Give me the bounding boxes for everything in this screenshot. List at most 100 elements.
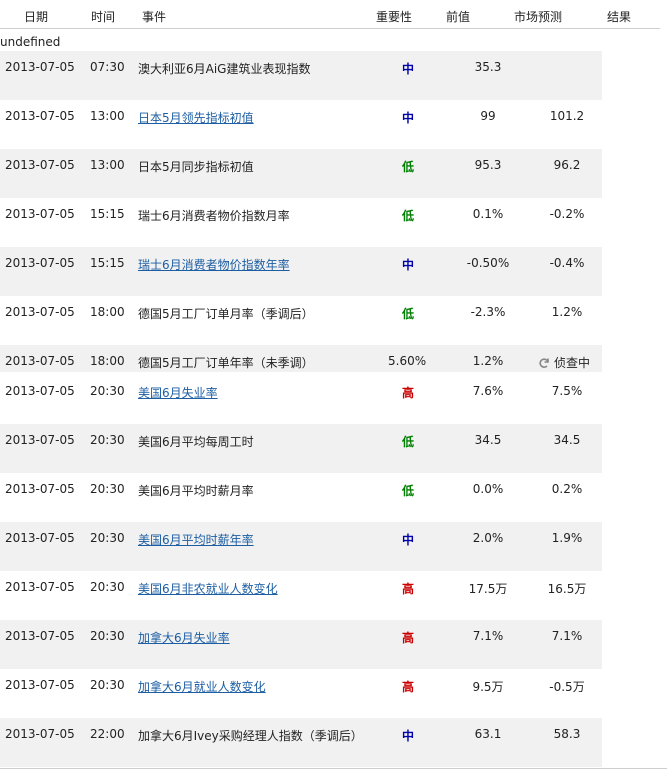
row-date: 2013-07-05 [5,580,75,594]
header-importance: 重要性 [376,10,413,24]
table-row: 2013-07-05 20:30 美国6月失业率 高 7.6% 7.5% [0,375,602,424]
row-forecast: -0.5万 [549,680,585,694]
event-name: 德国5月工厂订单月率（季调后） [138,307,314,321]
row-previous: 0.1% [472,207,504,221]
status-text: 侦查中 [554,356,591,370]
row-date: 2013-07-05 [5,482,75,496]
importance-badge: 中 [401,258,414,272]
row-forecast: 58.3 [553,727,581,741]
table-header: 日期 时间 事件 重要性 前值 市场预测 结果 [0,0,660,29]
importance-badge: 高 [401,582,414,596]
row-time: 20:30 [90,482,125,496]
importance-badge: 中 [401,533,414,547]
row-date: 2013-07-05 [5,384,75,398]
row-previous: -0.50% [466,256,510,270]
row-previous: 7.6% [472,384,504,398]
row-time: 22:00 [90,727,125,741]
row-forecast: 1.2% [551,305,583,319]
row-time: 13:00 [90,158,125,172]
table-row: 2013-07-05 20:30 美国6月平均每周工时 低 34.5 34.5 [0,424,602,473]
row-previous: 63.1 [474,727,502,741]
header-previous: 前值 [446,10,471,24]
event-name: 瑞士6月消费者物价指数月率 [138,209,290,223]
row-forecast: 34.5 [553,433,581,447]
row-previous: 7.1% [472,629,504,643]
row-previous: 99 [480,109,496,123]
table-row: 2013-07-05 15:15 瑞士6月消费者物价指数年率 中 -0.50% -0.4% [0,247,602,296]
row-date: 2013-07-05 [5,109,75,123]
row-previous: 2.0% [472,531,504,545]
table-row: 2013-07-05 13:00 日本5月同步指标初值 低 95.3 96.2 [0,149,602,198]
event-name: 德国5月工厂订单年率（未季调） [138,356,314,370]
event-link[interactable]: 美国6月平均时薪年率 [138,531,254,548]
row-time: 20:30 [90,678,125,692]
row-date: 2013-07-05 [5,305,75,319]
row-previous: 9.5万 [472,680,504,694]
event-name: 日本5月同步指标初值 [138,160,254,174]
row-forecast: 16.5万 [547,582,587,596]
row-previous: 95.3 [474,158,502,172]
row-date: 2013-07-05 [5,158,75,172]
row-date: 2013-07-05 [5,207,75,221]
refresh-icon [539,358,549,368]
status-pending: 侦查中 [538,354,590,371]
importance-badge: 高 [401,386,414,400]
event-link[interactable]: 日本5月领先指标初值 [138,109,254,126]
event-link[interactable]: 美国6月失业率 [138,384,218,401]
event-link[interactable]: 加拿大6月失业率 [138,629,230,646]
row-time: 15:15 [90,207,125,221]
table-row: 2013-07-05 20:30 美国6月非农就业人数变化 高 17.5万 16.5万 [0,571,602,620]
importance-badge: 低 [401,160,414,174]
row-previous: 1.2% [472,354,504,368]
importance-badge: 低 [401,307,414,321]
row-actual: 5.60% [388,354,427,368]
row-previous: 0.0% [472,482,504,496]
row-date: 2013-07-05 [5,727,75,741]
row-previous: -2.3% [470,305,506,319]
row-date: 2013-07-05 [5,629,75,643]
importance-badge: 低 [401,209,414,223]
importance-badge: 中 [401,62,414,76]
row-forecast: 101.2 [549,109,585,123]
table-row: 2013-07-05 20:30 美国6月平均时薪年率 中 2.0% 1.9% [0,522,602,571]
row-previous: 34.5 [474,433,502,447]
undefined-label: undefined [0,35,61,49]
event-name: 加拿大6月Ivey采购经理人指数（季调后） [138,729,363,743]
header-event: 事件 [142,10,167,24]
row-date: 2013-07-05 [5,678,75,692]
row-forecast: -0.4% [549,256,585,270]
row-time: 15:15 [90,256,125,270]
importance-badge: 中 [401,111,414,125]
header-date: 日期 [24,10,49,24]
row-time: 20:30 [90,580,125,594]
row-previous: 35.3 [474,60,502,74]
row-time: 20:30 [90,384,125,398]
table-row: 2013-07-05 20:30 加拿大6月失业率 高 7.1% 7.1% [0,620,602,669]
header-time: 时间 [91,10,116,24]
row-forecast: 96.2 [553,158,581,172]
row-time: 18:00 [90,354,125,368]
row-forecast: 7.5% [551,384,583,398]
row-date: 2013-07-05 [5,256,75,270]
importance-badge: 高 [401,631,414,645]
table-row: 2013-07-05 15:15 瑞士6月消费者物价指数月率 低 0.1% -0.2% [0,198,602,247]
table-row: 2013-07-05 18:00 德国5月工厂订单月率（季调后） 低 -2.3% 1.2% [0,296,602,345]
event-link[interactable]: 加拿大6月就业人数变化 [138,678,266,695]
row-time: 20:30 [90,433,125,447]
table-row: 2013-07-05 20:30 加拿大6月就业人数变化 高 9.5万 -0.5万 [0,669,602,718]
event-name: 美国6月平均时薪月率 [138,484,254,498]
table-row: 2013-07-05 07:30 澳大利亚6月AiG建筑业表现指数 中 35.3 [0,51,602,100]
row-forecast: 0.2% [551,482,583,496]
row-date: 2013-07-05 [5,433,75,447]
row-time: 07:30 [90,60,125,74]
row-forecast: 7.1% [551,629,583,643]
event-link[interactable]: 瑞士6月消费者物价指数年率 [138,256,290,273]
row-date: 2013-07-05 [5,354,75,368]
event-name: 澳大利亚6月AiG建筑业表现指数 [138,62,311,76]
event-link[interactable]: 美国6月非农就业人数变化 [138,580,278,597]
importance-badge: 中 [401,729,414,743]
row-time: 20:30 [90,629,125,643]
row-time: 20:30 [90,531,125,545]
header-forecast: 市场预测 [514,10,563,24]
row-forecast: -0.2% [549,207,585,221]
